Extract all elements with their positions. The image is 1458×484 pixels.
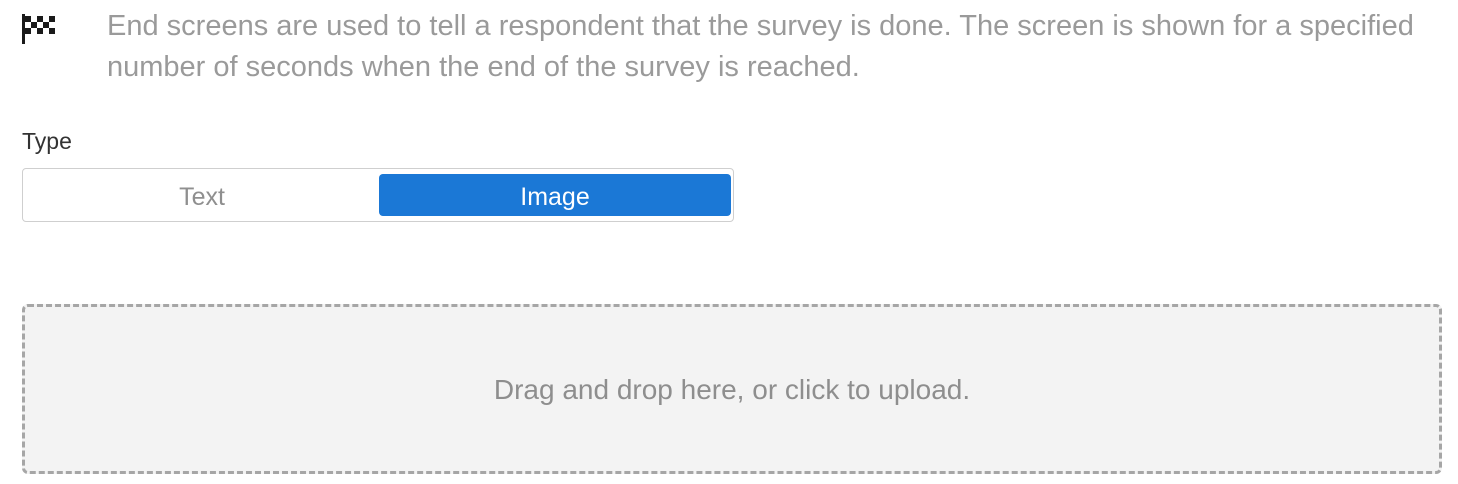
checkered-flag-icon	[22, 14, 56, 44]
type-label: Type	[22, 128, 72, 154]
type-segmented-control: Text Image	[22, 168, 734, 222]
upload-prompt: Drag and drop here, or click to upload.	[493, 374, 971, 405]
type-option-image[interactable]: Image	[379, 174, 731, 216]
image-upload-dropzone[interactable]: Drag and drop here, or click to upload.	[22, 304, 1442, 474]
type-option-text[interactable]: Text	[26, 174, 378, 216]
end-screen-description: End screens are used to tell a responden…	[107, 10, 1414, 83]
